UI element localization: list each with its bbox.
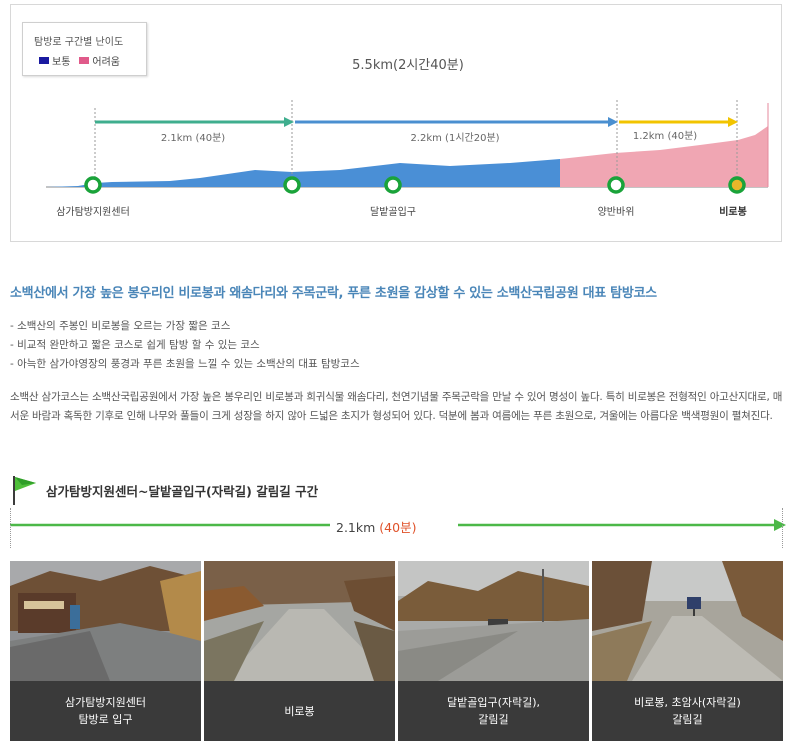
- section-header: 삼가탐방지원센터~달밭골입구(자락길) 갈림길 구간: [10, 472, 790, 506]
- photo-card[interactable]: 삼가탐방지원센터 탐방로 입구: [10, 561, 201, 741]
- photo-card[interactable]: 달밭골입구(자락길), 갈림길: [398, 561, 589, 741]
- waypoint-marker-junction: [283, 176, 301, 194]
- photo-card[interactable]: 비로봉: [204, 561, 395, 741]
- segment-label-2: 2.2km (1시간20분): [410, 132, 499, 144]
- section-guide-right: [782, 508, 783, 548]
- summit-trail-photo: [204, 561, 395, 681]
- legend-title: 탐방로 구간별 난이도: [34, 37, 124, 48]
- total-distance-label: 5.5km(2시간40분): [352, 58, 464, 73]
- highlight-item: - 비교적 완만하고 짧은 코스로 쉽게 탐방 할 수 있는 코스: [10, 339, 260, 351]
- waypoint-label-start: 삼가탐방지원센터: [56, 206, 130, 218]
- waypoint-label-summit: 비로봉: [719, 205, 747, 218]
- photo-gallery: 삼가탐방지원센터 탐방로 입구 비로봉 달밭골입구(자락길), 갈림길 비로봉,…: [10, 561, 783, 741]
- waypoint-label-dalbatgol: 달밭골입구: [370, 205, 416, 218]
- waypoint-marker-summit: [728, 176, 746, 194]
- segment-label-1: 2.1km (40분): [161, 132, 225, 144]
- section-distance: 2.1km (40분): [336, 517, 416, 536]
- section-distance-km: 2.1km: [336, 520, 376, 535]
- profile-area-normal: [46, 159, 560, 187]
- section-title: 삼가탐방지원센터~달밭골입구(자락길) 갈림길 구간: [46, 484, 319, 499]
- photo-caption: 비로봉: [204, 681, 395, 741]
- legend-swatch-hard: [79, 57, 90, 64]
- waypoint-marker-start: [84, 176, 102, 194]
- legend-swatch-normal: [39, 57, 49, 64]
- highlight-item: - 소백산의 주봉인 비로봉을 오르는 가장 짧은 코스: [10, 320, 231, 332]
- flag-icon: [13, 476, 36, 505]
- section-distance-time: (40분): [379, 520, 417, 535]
- photo-caption: 달밭골입구(자락길), 갈림길: [398, 681, 589, 741]
- section-guide-left: [10, 508, 11, 548]
- segment-label-3: 1.2km (40분): [633, 130, 697, 142]
- dalbatgol-junction-photo: [398, 561, 589, 681]
- trailhead-photo: [10, 561, 201, 681]
- course-highlights: - 소백산의 주봉인 비로봉을 오르는 가장 짧은 코스 - 비교적 완만하고 …: [10, 317, 360, 374]
- highlight-item: - 아늑한 삼가야영장의 풍경과 푸른 초원을 느낄 수 있는 소백산의 대표 …: [10, 358, 360, 370]
- photo-caption: 비로봉, 초암사(자락길) 갈림길: [592, 681, 783, 741]
- difficulty-legend: 탐방로 구간별 난이도 보통 어려움: [22, 22, 147, 76]
- course-headline: 소백산에서 가장 높은 봉우리인 비로봉과 왜솜다리와 주목군락, 푸른 초원을…: [10, 286, 657, 301]
- choamsa-junction-photo: [592, 561, 783, 681]
- legend-items: 보통 어려움: [39, 53, 129, 68]
- course-description: 소백산 삼가코스는 소백산국립공원에서 가장 높은 봉우리인 비로봉과 희귀식물…: [10, 391, 783, 422]
- photo-caption: 삼가탐방지원센터 탐방로 입구: [10, 681, 201, 741]
- legend-item-normal: 보통: [39, 53, 70, 68]
- legend-label-normal: 보통: [52, 57, 71, 68]
- waypoint-marker-yangban: [607, 176, 625, 194]
- photo-card[interactable]: 비로봉, 초암사(자락길) 갈림길: [592, 561, 783, 741]
- waypoint-label-yangban: 양반바위: [598, 205, 635, 218]
- waypoint-marker-dalbatgol: [384, 176, 402, 194]
- legend-label-hard: 어려움: [92, 57, 121, 68]
- legend-item-hard: 어려움: [79, 53, 120, 68]
